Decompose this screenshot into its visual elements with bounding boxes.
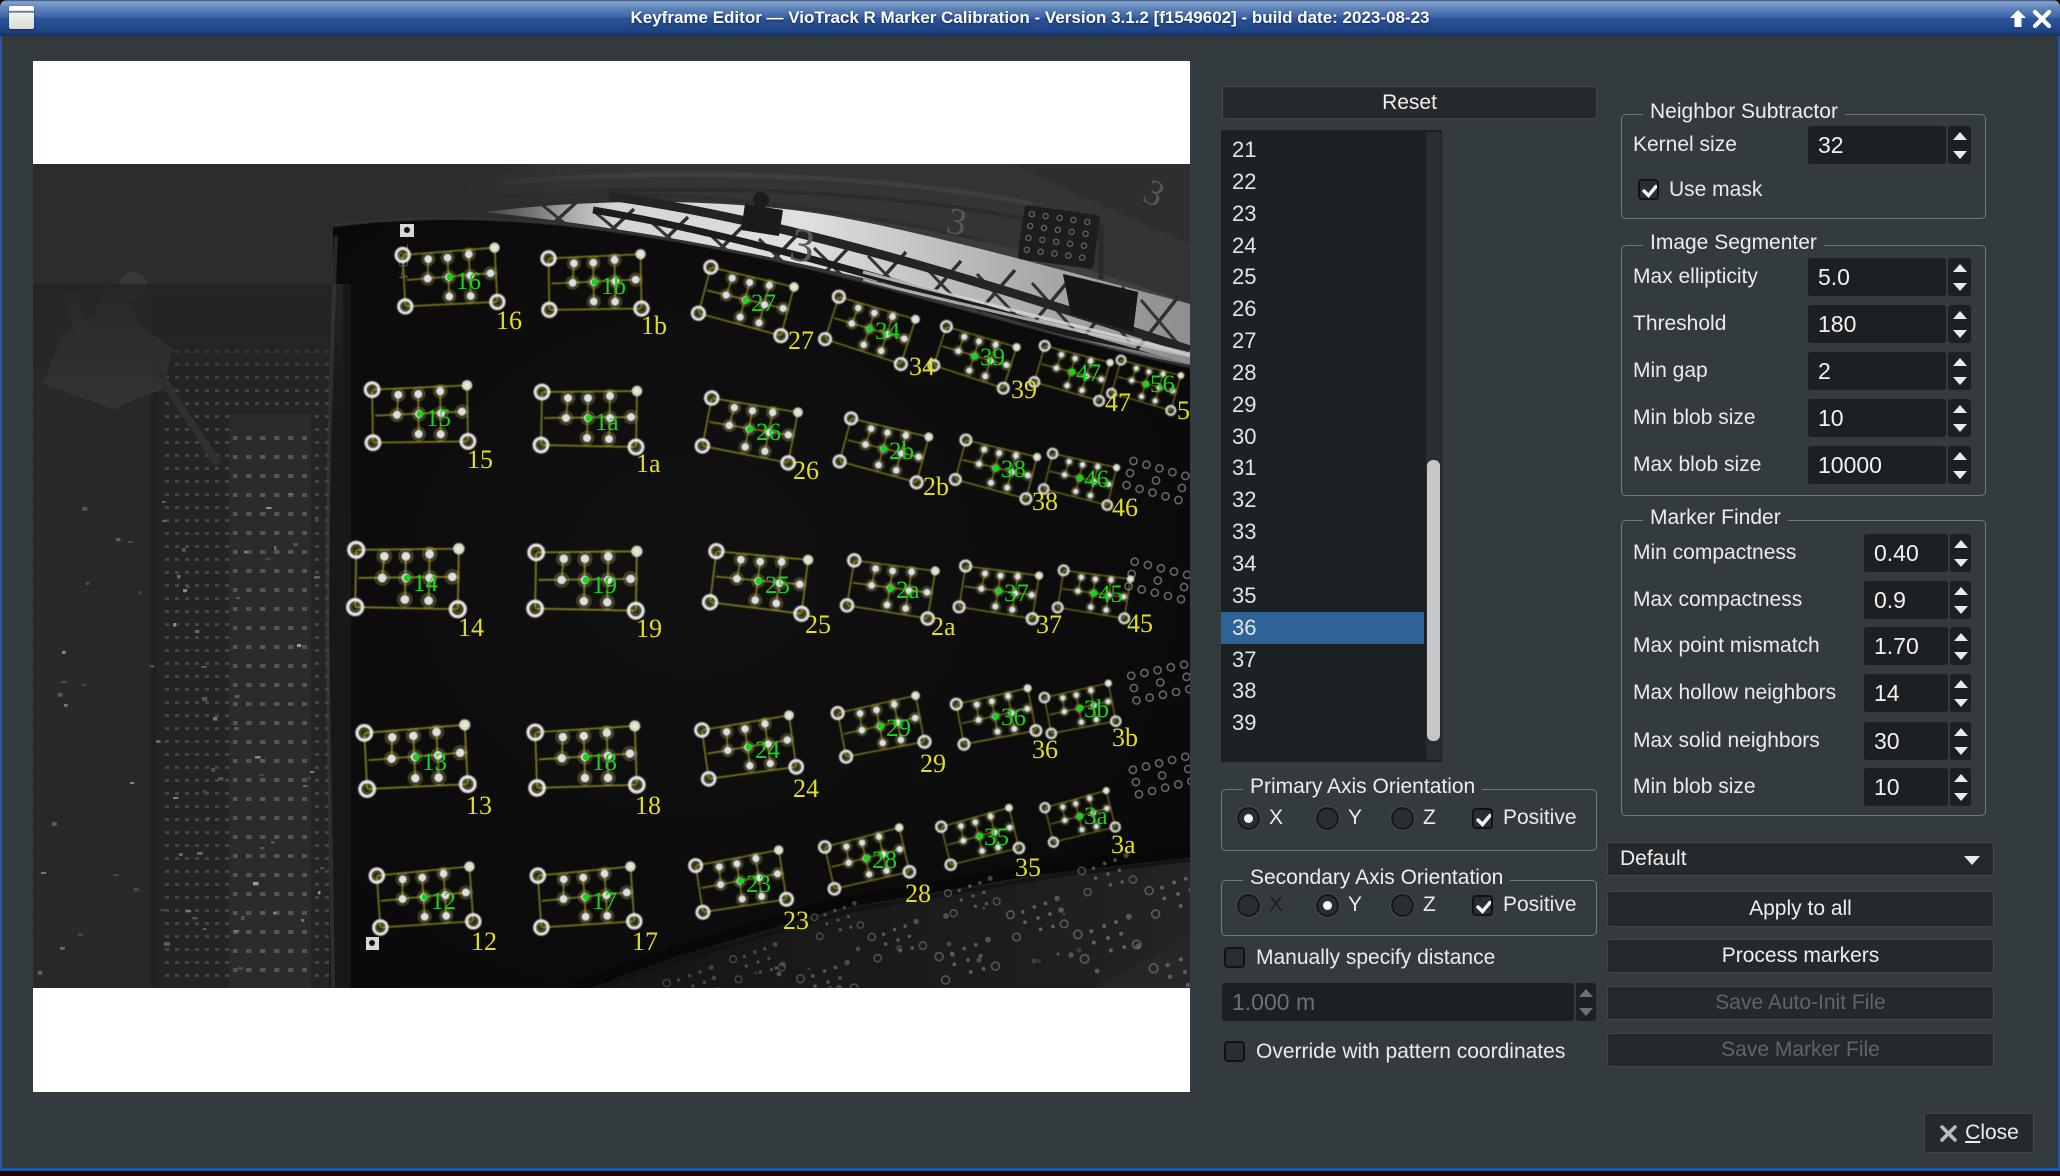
svg-text:15: 15 <box>467 445 493 474</box>
svg-text:12: 12 <box>431 888 456 915</box>
svg-text:27: 27 <box>751 290 776 317</box>
svg-text:56: 56 <box>1177 396 1190 425</box>
svg-text:47: 47 <box>1105 388 1131 417</box>
svg-text:34: 34 <box>875 318 901 345</box>
svg-text:25: 25 <box>805 610 831 639</box>
svg-text:1a: 1a <box>636 449 661 478</box>
svg-text:47: 47 <box>1076 360 1101 387</box>
svg-text:24: 24 <box>793 774 819 803</box>
svg-text:3b: 3b <box>1084 696 1109 723</box>
svg-text:46: 46 <box>1084 466 1109 493</box>
svg-text:3a: 3a <box>1111 830 1136 859</box>
svg-text:35: 35 <box>1015 853 1041 882</box>
svg-text:14: 14 <box>413 570 439 597</box>
svg-text:18: 18 <box>635 791 661 820</box>
svg-text:2b: 2b <box>889 438 914 465</box>
svg-text:23: 23 <box>783 906 809 935</box>
svg-text:2a: 2a <box>896 577 920 604</box>
svg-text:2a: 2a <box>931 612 956 641</box>
svg-text:15: 15 <box>426 405 451 432</box>
svg-text:56: 56 <box>1150 371 1175 398</box>
svg-text:25: 25 <box>765 572 790 599</box>
svg-text:19: 19 <box>636 614 662 643</box>
svg-text:26: 26 <box>756 419 781 446</box>
svg-text:36: 36 <box>1032 735 1058 764</box>
svg-text:45: 45 <box>1127 609 1153 638</box>
svg-text:16: 16 <box>456 268 481 295</box>
svg-text:17: 17 <box>592 888 617 915</box>
svg-text:3a: 3a <box>1084 803 1108 830</box>
svg-text:46: 46 <box>1112 493 1138 522</box>
svg-text:19: 19 <box>592 572 617 599</box>
svg-text:3b: 3b <box>1112 723 1138 752</box>
svg-text:1b: 1b <box>601 273 626 300</box>
svg-text:1a: 1a <box>595 409 619 436</box>
svg-text:28: 28 <box>905 879 931 908</box>
svg-text:37: 37 <box>1004 580 1029 607</box>
svg-text:12: 12 <box>471 927 497 956</box>
svg-text:13: 13 <box>466 791 492 820</box>
svg-text:29: 29 <box>920 749 946 778</box>
svg-text:14: 14 <box>458 613 484 642</box>
svg-text:27: 27 <box>788 326 814 355</box>
svg-text:28: 28 <box>872 847 897 874</box>
svg-text:26: 26 <box>793 456 819 485</box>
svg-text:18: 18 <box>592 749 617 776</box>
svg-text:36: 36 <box>1001 704 1026 731</box>
svg-text:38: 38 <box>1001 456 1026 483</box>
svg-text:45: 45 <box>1098 581 1123 608</box>
svg-text:29: 29 <box>886 715 911 742</box>
svg-text:34: 34 <box>909 352 935 381</box>
svg-text:13: 13 <box>422 749 447 776</box>
svg-text:24: 24 <box>755 737 781 764</box>
svg-text:39: 39 <box>1011 375 1037 404</box>
svg-text:38: 38 <box>1032 487 1058 516</box>
svg-text:35: 35 <box>984 824 1009 851</box>
svg-text:17: 17 <box>632 927 658 956</box>
svg-text:16: 16 <box>496 306 522 335</box>
svg-text:39: 39 <box>980 344 1005 371</box>
svg-text:23: 23 <box>746 871 771 898</box>
svg-text:1b: 1b <box>641 311 667 340</box>
svg-text:2b: 2b <box>923 472 949 501</box>
svg-text:37: 37 <box>1036 610 1062 639</box>
